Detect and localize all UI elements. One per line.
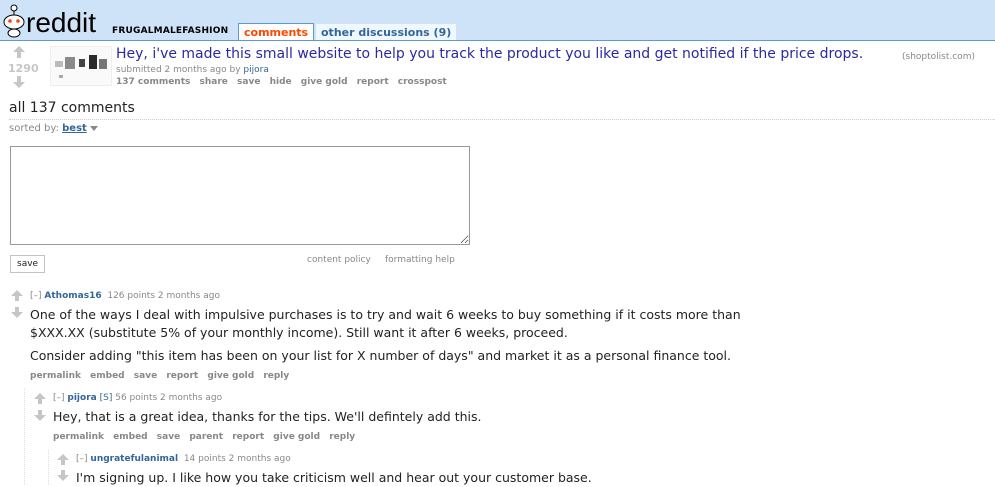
post-domain[interactable]: (shoptolist.com) xyxy=(902,52,975,62)
comment-downvote-arrow-icon[interactable] xyxy=(34,410,46,422)
give-gold-button[interactable]: give gold xyxy=(207,371,254,381)
permalink-button[interactable]: permalink xyxy=(30,371,81,381)
subreddit-name[interactable]: FRUGALMALEFASHION xyxy=(112,26,228,36)
collapse-toggle[interactable]: [–] xyxy=(30,291,42,301)
post-tagline: submitted 2 months ago by pijora xyxy=(116,65,269,75)
comment-upvote-arrow-icon[interactable] xyxy=(57,454,69,466)
sort-control: sorted by: best xyxy=(9,123,99,134)
comment-meta: 14 points 2 months ago xyxy=(183,454,291,464)
embed-button[interactable]: embed xyxy=(113,432,147,442)
sort-dropdown[interactable]: best xyxy=(62,123,87,134)
collapse-toggle[interactable]: [–] xyxy=(53,393,65,403)
comment-text-line: I'm signing up. I like how you take crit… xyxy=(76,470,592,485)
comment-buttons: permalink embed save report give gold re… xyxy=(30,371,295,381)
comment-body: One of the ways I deal with impulsive pu… xyxy=(30,306,741,365)
reply-button[interactable]: reply xyxy=(263,371,289,381)
comment-body: Hey, that is a great idea, thanks for th… xyxy=(53,408,481,426)
thread-line xyxy=(24,388,25,485)
formatting-help-link[interactable]: formatting help xyxy=(385,255,455,265)
post-share-button[interactable]: share xyxy=(200,77,228,87)
chevron-down-icon[interactable] xyxy=(90,125,99,131)
comment-textarea[interactable] xyxy=(10,146,470,245)
comment-text-line: Hey, that is a great idea, thanks for th… xyxy=(53,409,482,424)
post-report-button[interactable]: report xyxy=(357,77,389,87)
save-comment-button[interactable]: save xyxy=(10,255,46,273)
comment-body: I'm signing up. I like how you take crit… xyxy=(76,469,592,487)
reddit-logo[interactable]: reddit xyxy=(2,2,106,38)
thread-line xyxy=(48,450,49,485)
comments-count-title: all 137 comments xyxy=(9,100,135,116)
thumbnail-image-icon xyxy=(55,55,107,78)
comment-upvote-arrow-icon[interactable] xyxy=(34,393,46,405)
post-thumbnail[interactable] xyxy=(50,46,112,86)
comment-author[interactable]: Athomas16 xyxy=(44,291,101,301)
divider xyxy=(9,119,995,120)
report-button[interactable]: report xyxy=(166,371,198,381)
comment-author[interactable]: ungratefulanimal xyxy=(90,454,178,464)
save-button[interactable]: save xyxy=(134,371,157,381)
give-gold-button[interactable]: give gold xyxy=(273,432,320,442)
post-score: 1290 xyxy=(8,62,39,75)
comment-text-line: Consider adding "this item has been on y… xyxy=(30,348,732,363)
post-hide-button[interactable]: hide xyxy=(270,77,292,87)
tab-other-discussions[interactable]: other discussions (9) xyxy=(315,23,458,40)
comment-text-line: $XXX.XX (substitute 5% of your monthly i… xyxy=(30,325,568,340)
comment-tagline: [–] Athomas16 126 points 2 months ago xyxy=(30,291,220,301)
comment-text-line: One of the ways I deal with impulsive pu… xyxy=(30,307,741,322)
post-author[interactable]: pijora xyxy=(243,65,268,75)
post-give-gold-button[interactable]: give gold xyxy=(301,77,348,87)
comment-downvote-arrow-icon[interactable] xyxy=(57,470,69,482)
tab-comments[interactable]: comments xyxy=(238,23,315,40)
post-crosspost-button[interactable]: crosspost xyxy=(398,77,447,87)
post-comments-button[interactable]: 137 comments xyxy=(116,77,190,87)
embed-button[interactable]: embed xyxy=(90,371,124,381)
post-buttons: 137 comments share save hide give gold r… xyxy=(116,77,453,87)
parent-button[interactable]: parent xyxy=(189,432,223,442)
collapse-toggle[interactable]: [–] xyxy=(76,454,88,464)
content-policy-link[interactable]: content policy xyxy=(307,255,371,265)
reply-button[interactable]: reply xyxy=(329,432,355,442)
submitter-flair: [S] xyxy=(99,393,113,403)
comment-meta: 126 points 2 months ago xyxy=(107,291,220,301)
save-button[interactable]: save xyxy=(157,432,180,442)
comment-tagline: [–] ungratefulanimal 14 points 2 months … xyxy=(76,454,291,464)
comment-downvote-arrow-icon[interactable] xyxy=(11,307,23,319)
comment-author[interactable]: pijora xyxy=(67,393,96,403)
post-save-button[interactable]: save xyxy=(237,77,260,87)
post-downvote-arrow-icon[interactable] xyxy=(13,76,25,90)
comment-upvote-arrow-icon[interactable] xyxy=(11,290,23,302)
comment-meta: 56 points 2 months ago xyxy=(115,393,223,403)
site-header: reddit FRUGALMALEFASHION comments other … xyxy=(0,0,995,41)
sort-label: sorted by: xyxy=(9,123,59,134)
submitted-text: submitted 2 months ago by xyxy=(116,65,241,75)
permalink-button[interactable]: permalink xyxy=(53,432,104,442)
report-button[interactable]: report xyxy=(232,432,264,442)
post-title-link[interactable]: Hey, i've made this small website to hel… xyxy=(116,46,863,62)
svg-text:reddit: reddit xyxy=(26,7,96,38)
comment-buttons: permalink embed save parent report give … xyxy=(53,432,361,442)
post-upvote-arrow-icon[interactable] xyxy=(13,46,25,60)
comment-tagline: [–] pijora [S] 56 points 2 months ago xyxy=(53,393,222,403)
